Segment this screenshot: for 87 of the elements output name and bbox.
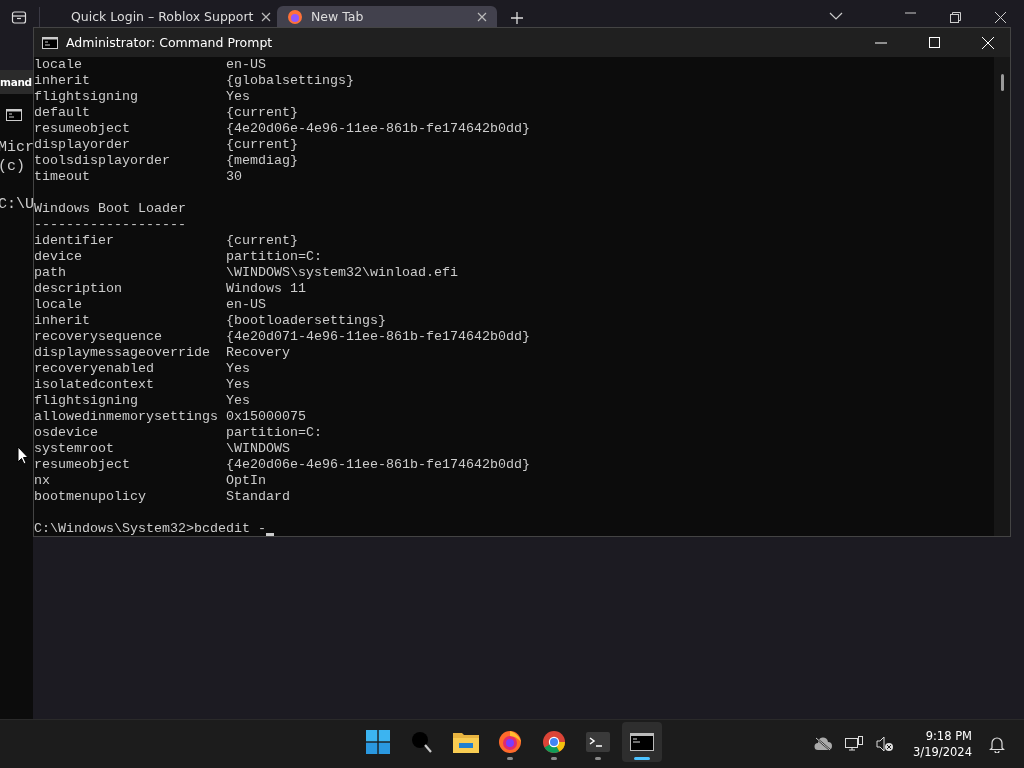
terminal-icon (586, 732, 610, 752)
property-name: osdevice (34, 425, 99, 441)
property-value: Standard (226, 489, 291, 505)
property-name: recoverysequence (34, 329, 163, 345)
close-icon[interactable] (995, 12, 1006, 23)
command-prompt[interactable]: C:\Windows\System32>bcdedit - (34, 521, 266, 537)
maximize-icon[interactable] (929, 37, 940, 48)
clock-time[interactable]: 9:18 PM (925, 728, 972, 744)
firefox-icon (287, 8, 303, 25)
restore-icon[interactable] (950, 12, 961, 23)
property-name: path (34, 265, 67, 281)
property-name: displaymessageoverride (34, 345, 211, 361)
window-title: Administrator: Command Prompt (66, 35, 273, 50)
property-value: \WINDOWS\system32\winload.efi (226, 265, 459, 281)
property-name: description (34, 281, 123, 297)
console-icon (42, 36, 58, 49)
windows-icon (366, 730, 390, 754)
cursor-icon (17, 446, 29, 465)
notification-bell-icon[interactable] (989, 735, 1005, 753)
property-value: {bootloadersettings} (226, 313, 387, 329)
search-icon (410, 730, 434, 754)
tab-title: New Tab (311, 9, 365, 24)
property-value: {memdiag} (226, 153, 299, 169)
chrome-icon (542, 730, 566, 754)
property-value: {4e20d06e-4e96-11ee-861b-fe174642b0dd} (226, 457, 531, 473)
property-value: {4e20d071-4e96-11ee-861b-fe174642b0dd} (226, 329, 531, 345)
console-line: (c) (0, 157, 26, 176)
property-value: en-US (226, 57, 267, 73)
browser-tab[interactable]: Quick Login – Roblox Support (53, 6, 273, 27)
property-value: Yes (226, 361, 251, 377)
console-line: Windows Boot Loader (34, 201, 186, 217)
property-value: {current} (226, 105, 299, 121)
property-name: isolatedcontext (34, 377, 155, 393)
property-name: allowedinmemorysettings (34, 409, 219, 425)
folder-icon (453, 731, 479, 753)
property-value: {4e20d06e-4e96-11ee-861b-fe174642b0dd} (226, 121, 531, 137)
property-value: Yes (226, 393, 251, 409)
text-cursor (265, 533, 274, 536)
volume-muted-icon[interactable] (876, 736, 895, 752)
property-value: partition=C: (226, 425, 323, 441)
new-tab-icon[interactable] (511, 12, 523, 24)
property-name: resumeobject (34, 121, 131, 137)
cloud-off-icon[interactable] (814, 737, 833, 751)
property-value: {current} (226, 233, 299, 249)
property-value: 30 (226, 169, 243, 185)
property-name: toolsdisplayorder (34, 153, 171, 169)
property-value: \WINDOWS (226, 441, 291, 457)
window-title: mand (0, 70, 33, 94)
property-name: flightsigning (34, 393, 139, 409)
property-name: locale (34, 57, 83, 73)
scrollbar[interactable] (1001, 74, 1004, 91)
property-value: Yes (226, 89, 251, 105)
property-value: {current} (226, 137, 299, 153)
property-value: {globalsettings} (226, 73, 355, 89)
property-name: displayorder (34, 137, 131, 153)
tab-list-icon[interactable] (11, 7, 40, 27)
property-name: timeout (34, 169, 91, 185)
property-value: Windows 11 (226, 281, 307, 297)
console-icon (630, 733, 654, 751)
property-name: systemroot (34, 441, 115, 457)
property-name: resumeobject (34, 457, 131, 473)
firefox-icon (498, 730, 522, 754)
tab-title: Quick Login – Roblox Support (71, 9, 254, 24)
property-value: 0x15000075 (226, 409, 307, 425)
network-icon[interactable] (845, 736, 864, 752)
property-value: en-US (226, 297, 267, 313)
property-value: OptIn (226, 473, 267, 489)
property-name: locale (34, 297, 83, 313)
browser-tab[interactable]: New Tab (277, 6, 497, 27)
property-value: Recovery (226, 345, 291, 361)
property-name: bootmenupolicy (34, 489, 147, 505)
console-line: ------------------- (34, 217, 186, 233)
property-value: partition=C: (226, 249, 323, 265)
property-name: inherit (34, 313, 91, 329)
property-name: recoveryenabled (34, 361, 155, 377)
chevron-icon[interactable] (829, 12, 843, 20)
property-name: identifier (34, 233, 115, 249)
console-icon (6, 109, 22, 121)
property-name: device (34, 249, 83, 265)
clock-date[interactable]: 3/19/2024 (913, 744, 972, 760)
property-name: default (34, 105, 91, 121)
property-name: inherit (34, 73, 91, 89)
close-icon[interactable] (261, 11, 272, 22)
property-value: Yes (226, 377, 251, 393)
property-name: flightsigning (34, 89, 139, 105)
taskbar-app[interactable] (622, 722, 662, 762)
property-name: nx (34, 473, 51, 489)
